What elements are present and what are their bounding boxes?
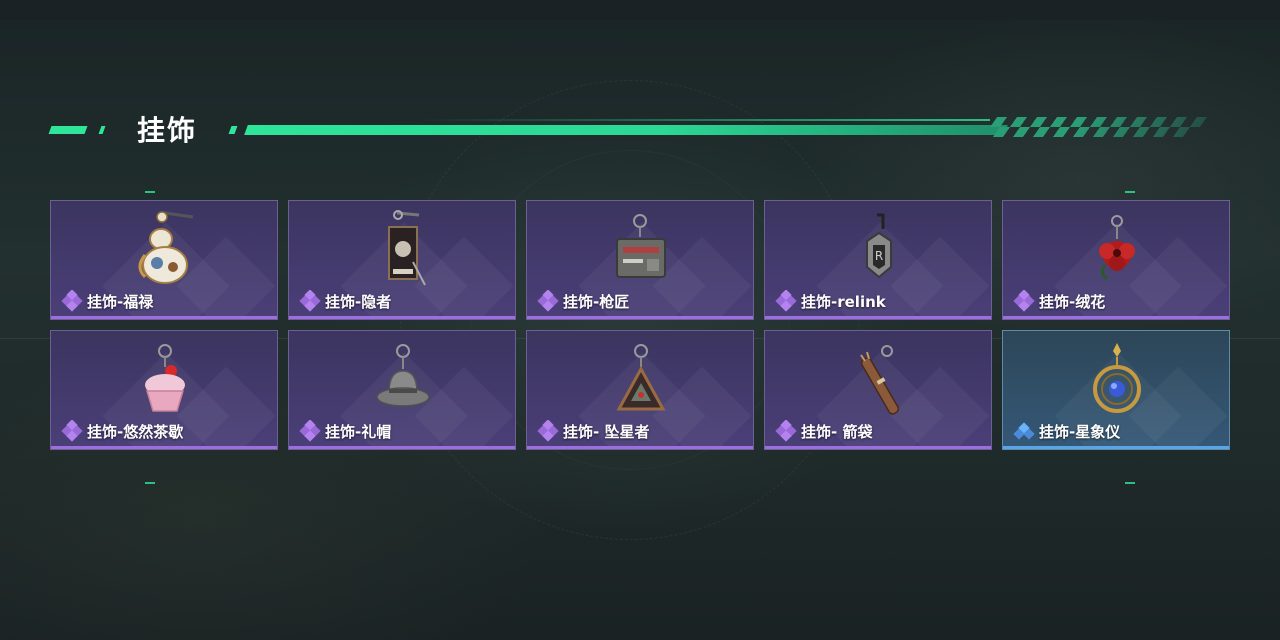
charm-name: 挂饰-礼帽 — [325, 422, 392, 441]
red-flower-charm-icon — [1099, 215, 1135, 281]
charm-name: 挂饰- 坠星者 — [563, 422, 650, 441]
charm-name: 挂饰-隐者 — [325, 292, 392, 311]
tarot-card-charm-icon — [388, 210, 426, 286]
rarity-diamond-icon — [537, 420, 559, 442]
corner-tick — [145, 191, 155, 193]
triangle-badge-charm-icon — [616, 344, 666, 411]
charm-label: 挂饰-礼帽 — [299, 420, 391, 442]
charm-label: 挂饰-relink — [775, 290, 886, 312]
charm-card[interactable]: 挂饰-悠然茶歇 — [50, 330, 278, 450]
rarity-diamond-icon — [61, 290, 83, 312]
corner-tick — [1125, 191, 1135, 193]
gun-case-charm-icon — [616, 214, 666, 278]
charm-label: 挂饰- 箭袋 — [775, 420, 872, 442]
header-accent-bar — [244, 125, 1008, 135]
charm-name: 挂饰-星象仪 — [1039, 422, 1121, 441]
charm-name: 挂饰-绒花 — [1039, 292, 1106, 311]
charm-name: 挂饰-relink — [801, 292, 886, 311]
corner-tick — [1125, 482, 1135, 484]
charm-name: 挂饰-福禄 — [87, 292, 154, 311]
rarity-diamond-icon — [299, 290, 321, 312]
header-accent-dash — [48, 126, 88, 134]
charm-label: 挂饰- 坠星者 — [537, 420, 649, 442]
rarity-diamond-icon — [299, 420, 321, 442]
rarity-diamond-icon — [775, 420, 797, 442]
charm-card[interactable]: 挂饰- 坠星者 — [526, 330, 754, 450]
charm-label: 挂饰-绒花 — [1013, 290, 1105, 312]
header-checker-pattern — [982, 117, 1208, 137]
rarity-diamond-icon — [1013, 422, 1035, 440]
charm-card[interactable]: 挂饰-枪匠 — [526, 200, 754, 320]
astrolabe-charm-icon — [1093, 343, 1141, 413]
rarity-diamond-icon — [1013, 290, 1035, 312]
rarity-diamond-icon — [537, 290, 559, 312]
top-strip — [0, 0, 1280, 20]
charm-label: 挂饰-枪匠 — [537, 290, 629, 312]
charm-label: 挂饰-隐者 — [299, 290, 391, 312]
charm-card[interactable]: 挂饰-星象仪 — [1002, 330, 1230, 450]
quiver-charm-icon — [860, 345, 900, 415]
charm-name: 挂饰-枪匠 — [563, 292, 630, 311]
hat-charm-icon — [376, 344, 430, 407]
charm-card[interactable]: 挂饰-隐者 — [288, 200, 516, 320]
charm-grid: 挂饰-福禄 挂饰-隐者 挂饰-枪匠 R 挂饰-relink 挂饰-绒花 挂饰-悠… — [50, 200, 1230, 450]
header-accent-dash — [228, 126, 238, 134]
header-accent-dash — [98, 126, 106, 134]
section-title: 挂饰 — [137, 114, 198, 147]
charm-name: 挂饰-悠然茶歇 — [87, 422, 184, 441]
charm-card[interactable]: 挂饰-礼帽 — [288, 330, 516, 450]
header-accent-line — [420, 119, 990, 121]
cupcake-charm-icon — [145, 344, 185, 412]
charm-label: 挂饰-星象仪 — [1013, 420, 1120, 442]
charm-card[interactable]: R 挂饰-relink — [764, 200, 992, 320]
corner-tick — [145, 482, 155, 484]
charm-name: 挂饰- 箭袋 — [801, 422, 873, 441]
gourd-charm-icon — [138, 211, 194, 284]
rarity-diamond-icon — [775, 290, 797, 312]
relink-tag-charm-icon: R — [866, 213, 892, 279]
charm-card[interactable]: 挂饰- 箭袋 — [764, 330, 992, 450]
section-header: 挂饰 — [0, 105, 1280, 155]
svg-text:R: R — [875, 249, 883, 263]
rarity-diamond-icon — [61, 420, 83, 442]
charm-label: 挂饰-悠然茶歇 — [61, 420, 183, 442]
charm-card[interactable]: 挂饰-福禄 — [50, 200, 278, 320]
charm-card[interactable]: 挂饰-绒花 — [1002, 200, 1230, 320]
charm-label: 挂饰-福禄 — [61, 290, 153, 312]
